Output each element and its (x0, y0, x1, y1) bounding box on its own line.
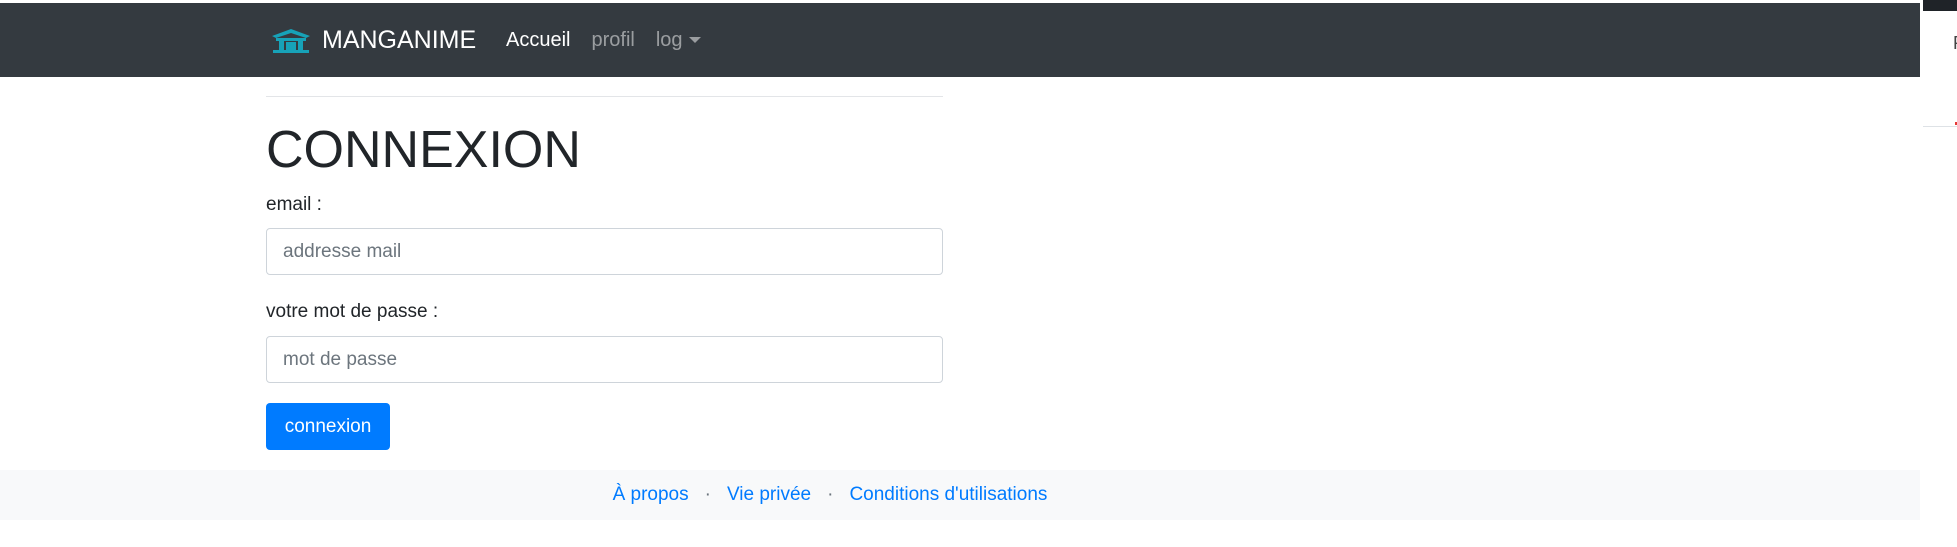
caret-down-icon (688, 37, 701, 43)
email-label: email : (266, 194, 322, 215)
divider (266, 96, 943, 97)
connexion-button[interactable]: connexion (266, 403, 390, 450)
house-roof-logo-icon (272, 29, 310, 53)
clipped-panel-glyph: P (1953, 33, 1957, 54)
nav-dropdown-log[interactable]: log (656, 29, 701, 52)
page: MANGANIME Accueil profil log P CONNEXION… (0, 0, 1957, 547)
footer-link-a-propos[interactable]: À propos (613, 484, 689, 506)
brand-name[interactable]: MANGANIME (322, 26, 476, 55)
brand[interactable]: MANGANIME (270, 3, 476, 77)
password-field[interactable] (266, 336, 943, 383)
navbar: MANGANIME Accueil profil log (0, 3, 1920, 77)
email-field[interactable] (266, 228, 943, 275)
footer-link-vie-privee[interactable]: Vie privée (727, 484, 811, 506)
nav-links: Accueil profil log (506, 3, 701, 77)
nav-dropdown-log-label: log (655, 28, 683, 51)
footer: À propos · Vie privée · Conditions d'uti… (0, 470, 1920, 520)
page-title: CONNEXION (266, 121, 581, 179)
nav-link-profil[interactable]: profil (591, 29, 634, 52)
nav-link-accueil[interactable]: Accueil (506, 29, 570, 52)
footer-separator: · (704, 484, 711, 505)
footer-separator: · (827, 484, 834, 505)
clipped-side-panel: P (1923, 0, 1957, 127)
footer-link-conditions[interactable]: Conditions d'utilisations (849, 484, 1047, 506)
clipped-panel-header (1923, 0, 1957, 11)
password-label: votre mot de passe : (266, 301, 439, 322)
